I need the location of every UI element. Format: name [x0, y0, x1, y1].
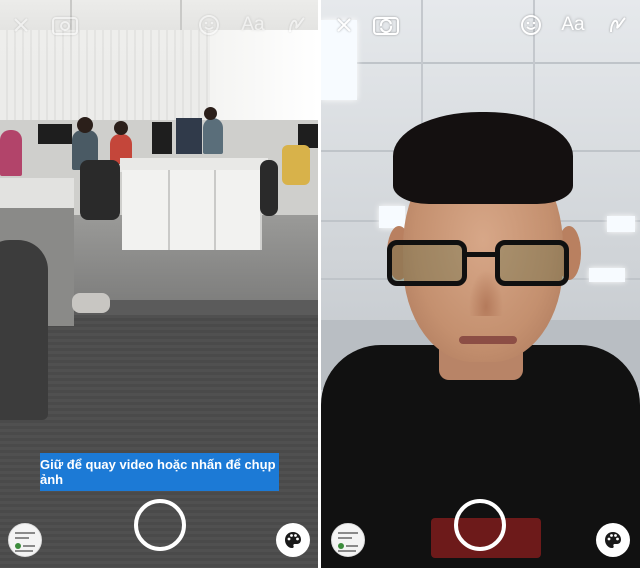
text-tool-button[interactable]: Aa — [238, 12, 268, 38]
monitor — [38, 124, 72, 144]
glasses — [387, 240, 467, 286]
gallery-thumbnail[interactable] — [331, 523, 365, 557]
ceiling-light — [379, 206, 405, 228]
office-chair — [260, 160, 278, 216]
text-tool-label: Aa — [561, 14, 585, 35]
camera-view-rear[interactable]: Aa Giữ để quay video hoặc nhấn để chụp ả… — [0, 0, 318, 568]
gallery-thumbnail[interactable] — [8, 523, 42, 557]
close-icon[interactable] — [8, 12, 34, 38]
draw-icon[interactable] — [605, 12, 631, 38]
camera-preview-selfie — [321, 0, 640, 568]
text-tool-label: Aa — [241, 14, 265, 35]
emoji-icon[interactable] — [518, 12, 544, 38]
capture-hint: Giữ để quay video hoặc nhấn để chụp ảnh — [40, 453, 279, 491]
monitor — [152, 122, 172, 154]
hair — [393, 112, 573, 204]
monitor — [176, 118, 202, 154]
palette-icon — [285, 532, 301, 548]
person — [203, 118, 223, 154]
ceiling-light — [607, 216, 635, 232]
palette-button[interactable] — [596, 523, 630, 557]
shutter-button[interactable] — [134, 499, 186, 551]
person — [0, 130, 22, 176]
shutter-button[interactable] — [454, 499, 506, 551]
cabinet — [122, 170, 262, 250]
flip-camera-icon[interactable] — [48, 12, 82, 38]
shoes — [72, 293, 110, 313]
camera-view-front[interactable]: Aa — [321, 0, 640, 568]
draw-icon[interactable] — [284, 12, 310, 38]
palette-button[interactable] — [276, 523, 310, 557]
ceiling-light — [589, 268, 625, 282]
text-tool-button[interactable]: Aa — [558, 12, 588, 38]
close-icon[interactable] — [331, 12, 357, 38]
office-chair — [0, 240, 48, 420]
palette-icon — [605, 532, 621, 548]
office-chair — [80, 160, 120, 220]
emoji-icon[interactable] — [196, 12, 222, 38]
flip-camera-icon[interactable] — [369, 12, 403, 38]
